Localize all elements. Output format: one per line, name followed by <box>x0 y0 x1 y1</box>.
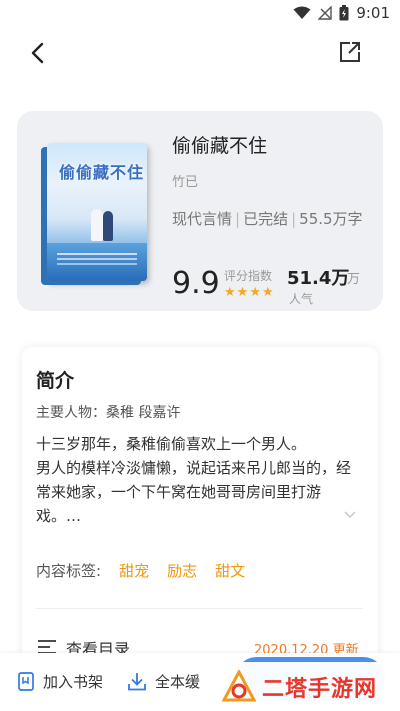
download-label: 全本缓 <box>155 673 201 691</box>
popularity-unit: 万 <box>347 272 361 287</box>
cover-sea <box>47 243 147 281</box>
popularity-label: 人气 <box>289 292 314 306</box>
book-status: 已完结 <box>243 210 289 228</box>
star-icon: ★ <box>224 285 236 300</box>
cover-text-lines <box>57 253 137 255</box>
no-signal-icon <box>318 6 333 20</box>
synopsis-line: 男人的模样冷淡慵懒，说起话来吊儿郎当的，经常来她家，一个下午窝在她哥哥房间里打游… <box>36 459 352 525</box>
wifi-icon <box>293 6 311 19</box>
tag-item[interactable]: 甜文 <box>215 560 245 581</box>
divider <box>36 608 363 609</box>
tags-label: 内容标签: <box>36 562 102 580</box>
intro-heading: 简介 <box>36 370 75 392</box>
book-genre: 现代言情 <box>172 210 233 228</box>
book-title: 偷偷藏不住 <box>172 135 268 157</box>
book-word-count: 55.5万字 <box>299 210 363 228</box>
score-label: 评分指数 <box>224 269 273 283</box>
watermark-text: 二塔手游网 <box>262 676 378 702</box>
bookshelf-icon <box>18 672 34 691</box>
book-cover[interactable]: 偷偷藏不住 <box>47 143 147 281</box>
meta-separator: | <box>291 210 297 228</box>
download-icon <box>128 673 146 691</box>
main-characters: 主要人物：桑稚 段嘉许 <box>36 405 181 421</box>
cover-figure <box>91 209 103 241</box>
tag-item[interactable]: 甜宠 <box>119 560 149 581</box>
book-meta: 现代言情 | 已完结 | 55.5万字 <box>172 207 367 231</box>
add-to-shelf-button[interactable]: 加入书架 <box>18 671 103 692</box>
book-author[interactable]: 竹已 <box>172 171 198 190</box>
download-all-button[interactable]: 全本缓 <box>128 671 200 692</box>
list-icon <box>38 640 56 654</box>
cover-figure <box>103 211 113 241</box>
popularity-value: 51.4万 <box>287 268 350 289</box>
tags-row: 内容标签: 甜宠 励志 甜文 <box>36 560 263 581</box>
add-to-shelf-label: 加入书架 <box>43 673 104 691</box>
status-bar: 9:01 <box>0 0 400 28</box>
tag-item[interactable]: 励志 <box>167 560 197 581</box>
meta-separator: | <box>235 210 241 228</box>
star-icon: ★ <box>261 285 274 300</box>
book-score: 9.9 <box>172 266 220 301</box>
synopsis-line: 十三岁那年，桑稚偷偷喜欢上一个男人。 <box>36 435 307 453</box>
back-arrow-icon[interactable] <box>26 40 52 66</box>
cover-title: 偷偷藏不住 <box>59 163 145 182</box>
chevron-down-icon[interactable] <box>343 510 357 520</box>
rating-stars: ★ ★ ★ ★ <box>224 286 274 300</box>
watermark: 二塔手游网 <box>214 662 400 711</box>
star-icon: ★ <box>249 285 261 300</box>
status-time: 9:01 <box>356 4 390 22</box>
star-icon: ★ <box>236 285 249 300</box>
watermark-logo-icon <box>222 669 256 701</box>
status-icons: 9:01 <box>293 4 390 22</box>
share-icon[interactable] <box>338 40 362 64</box>
synopsis[interactable]: 十三岁那年，桑稚偷偷喜欢上一个男人。 男人的模样冷淡慵懒，说起话来吊儿郎当的，经… <box>36 432 356 528</box>
battery-icon <box>339 5 349 21</box>
